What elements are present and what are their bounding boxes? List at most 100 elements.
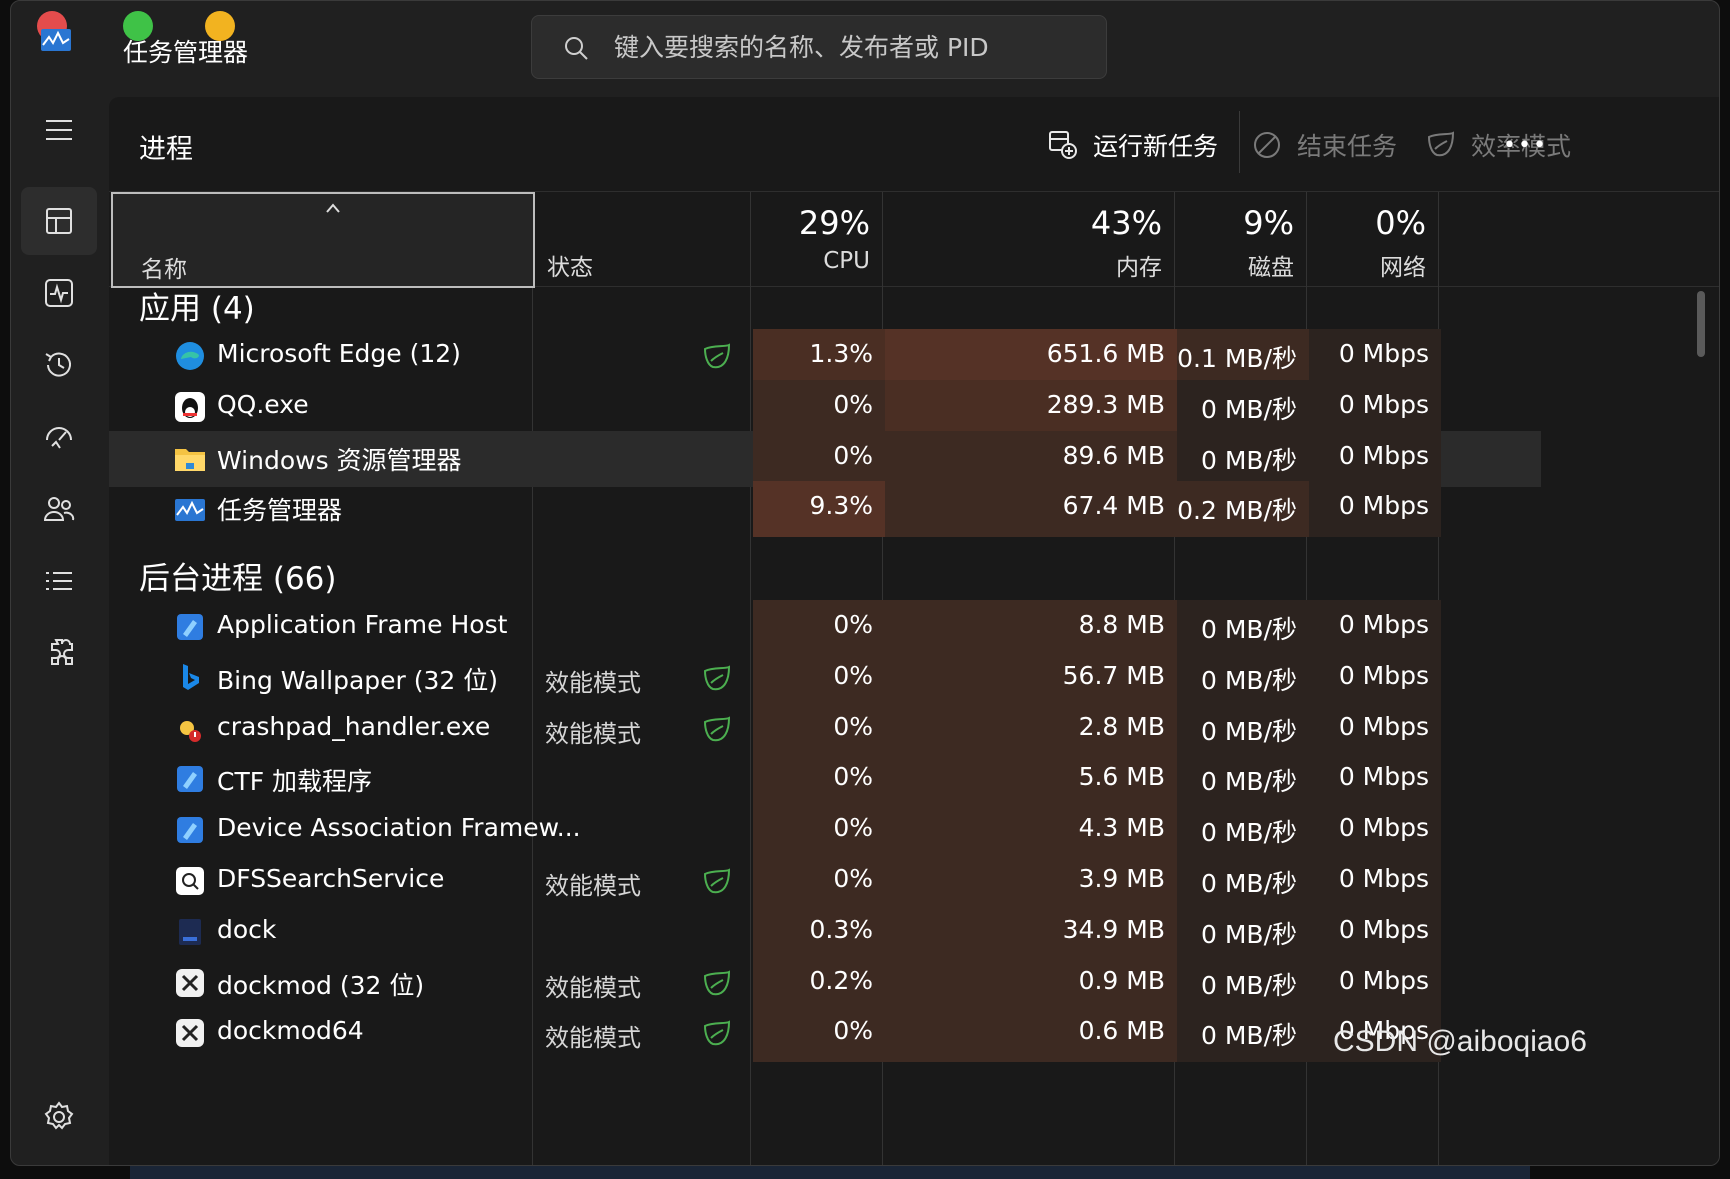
process-disk: 0 MB/秒	[1177, 701, 1309, 758]
network-total-percent: 0%	[1375, 204, 1426, 242]
end-task-button[interactable]: 结束任务	[1251, 123, 1397, 167]
process-disk: 0 MB/秒	[1177, 803, 1309, 860]
device-assoc-icon	[177, 817, 203, 844]
nav-menu-button[interactable]	[21, 96, 97, 164]
process-cpu: 0.2%	[753, 955, 885, 1012]
process-row[interactable]: crashpad_handler.exe 效能模式 0% 2.8 MB 0 MB/秒 0 …	[109, 701, 1541, 758]
bing-icon	[183, 663, 199, 690]
run-new-task-button[interactable]: 运行新任务	[1047, 123, 1218, 167]
nav-details[interactable]	[21, 547, 97, 615]
process-memory: 67.4 MB	[885, 481, 1177, 538]
process-cpu: 0%	[753, 701, 885, 758]
process-row[interactable]: 任务管理器 9.3% 67.4 MB 0.2 MB/秒 0 Mbps	[109, 481, 1541, 538]
process-disk: 0 MB/秒	[1177, 955, 1309, 1012]
settings-icon	[44, 1101, 74, 1130]
scrollbar-thumb[interactable]	[1697, 291, 1705, 357]
nav-services[interactable]	[21, 619, 97, 687]
process-cpu: 0.3%	[753, 904, 885, 961]
page-title: 进程	[139, 134, 193, 165]
column-header-row: 名称 状态 29% CPU 43% 内存 9% 磁盘 0% 网络	[109, 191, 1719, 288]
process-row[interactable]: Application Frame Host 0% 8.8 MB 0 MB/秒 0 Mb…	[109, 600, 1541, 656]
process-network: 0 Mbps	[1309, 904, 1441, 961]
process-name: 任务管理器	[217, 496, 343, 526]
efficiency-leaf-icon	[703, 665, 731, 690]
users-icon	[43, 497, 75, 521]
process-disk: 0 MB/秒	[1177, 430, 1309, 487]
network-column-header[interactable]: 0% 网络	[1307, 192, 1439, 288]
task-manager-app-icon	[41, 29, 71, 51]
nav-users[interactable]	[21, 475, 97, 543]
process-disk: 0 MB/秒	[1177, 752, 1309, 809]
memory-total-percent: 43%	[1090, 204, 1162, 242]
search-box[interactable]	[531, 15, 1107, 79]
qq-icon	[175, 391, 205, 422]
apps-group-header[interactable]: 应用 (4)	[139, 283, 255, 328]
process-disk: 0.1 MB/秒	[1177, 329, 1309, 385]
processes-page: 进程 运行新任务 结束任务 效率模式 ••• 名称 状态 29% CPU 43%…	[109, 97, 1719, 1165]
nav-app-history[interactable]	[21, 331, 97, 399]
nav-settings[interactable]	[21, 1083, 97, 1151]
process-row[interactable]: QQ.exe 0% 289.3 MB 0 MB/秒 0 Mbps	[109, 379, 1541, 436]
efficiency-leaf-icon	[703, 1020, 731, 1046]
process-network: 0 Mbps	[1309, 329, 1441, 385]
task-manager-icon	[175, 499, 205, 522]
process-row[interactable]: dock 0.3% 34.9 MB 0 MB/秒 0 Mbps	[109, 904, 1541, 961]
process-cpu: 0%	[753, 600, 885, 656]
process-name: dockmod (32 位)	[217, 970, 425, 1000]
process-row[interactable]: Device Association Framew... 0% 4.3 MB 0 MB…	[109, 803, 1541, 860]
process-network: 0 Mbps	[1309, 854, 1441, 910]
process-network: 0 Mbps	[1309, 481, 1441, 538]
process-name: Windows 资源管理器	[217, 445, 462, 475]
search-icon	[565, 37, 588, 60]
process-disk: 0 MB/秒	[1177, 379, 1309, 436]
edge-icon	[176, 342, 204, 370]
memory-column-header[interactable]: 43% 内存	[883, 192, 1175, 288]
process-row[interactable]: Windows 资源管理器 0% 89.6 MB 0 MB/秒 0 Mbps	[109, 430, 1541, 487]
menu-icon	[46, 120, 72, 140]
process-status: 效能模式	[545, 973, 641, 1002]
process-disk: 0 MB/秒	[1177, 650, 1309, 707]
process-disk: 0 MB/秒	[1177, 854, 1309, 910]
process-name: Device Association Framew...	[217, 813, 581, 843]
efficiency-mode-button[interactable]: 效率模式	[1425, 123, 1571, 167]
app-frame-icon	[177, 614, 203, 640]
nav-startup-apps[interactable]	[21, 403, 97, 471]
cpu-column-header[interactable]: 29% CPU	[751, 192, 883, 288]
search-input[interactable]	[614, 16, 1094, 78]
process-row[interactable]: DFSSearchService 效能模式 0% 3.9 MB 0 MB/秒 0 Mbps	[109, 854, 1541, 910]
disk-total-percent: 9%	[1243, 204, 1294, 242]
background-group-header[interactable]: 后台进程 (66)	[139, 553, 337, 598]
app-history-icon	[45, 352, 71, 377]
process-name: crashpad_handler.exe	[217, 711, 491, 741]
end-task-label: 结束任务	[1297, 132, 1398, 161]
status-column-header[interactable]: 状态	[533, 192, 751, 288]
more-options-button[interactable]: •••	[1503, 123, 1548, 167]
process-status: 效能模式	[545, 1024, 641, 1053]
ctf-icon	[177, 766, 203, 793]
disk-column-header[interactable]: 9% 磁盘	[1175, 192, 1307, 288]
process-cpu: 0%	[753, 379, 885, 436]
name-column-header[interactable]: 名称	[111, 192, 535, 288]
process-cpu: 9.3%	[753, 481, 885, 538]
dock-icon	[179, 918, 201, 945]
process-row[interactable]: dockmod (32 位) 效能模式 0.2% 0.9 MB 0 MB/秒 0 Mbps	[109, 955, 1541, 1012]
nav-performance[interactable]	[21, 259, 97, 327]
process-memory: 3.9 MB	[885, 854, 1177, 910]
process-memory: 4.3 MB	[885, 803, 1177, 860]
process-name: Microsoft Edge (12)	[217, 339, 461, 368]
status-column-label: 状态	[547, 255, 593, 281]
performance-icon	[45, 279, 73, 307]
process-name: QQ.exe	[217, 389, 309, 419]
folder-icon	[175, 448, 205, 471]
network-column-label: 网络	[1380, 255, 1426, 281]
dockmod-icon	[176, 968, 204, 997]
crashpad-icon	[180, 720, 201, 742]
process-row[interactable]: dockmod64 效能模式 0% 0.6 MB 0 MB/秒 0 Mbps	[109, 1006, 1541, 1063]
process-row[interactable]: Bing Wallpaper (32 位) 效能模式 0% 56.7 MB 0 MB/秒…	[109, 650, 1541, 707]
process-memory: 0.6 MB	[885, 1006, 1177, 1063]
disk-column-label: 磁盘	[1248, 255, 1294, 281]
process-row[interactable]: Microsoft Edge (12) 1.3% 651.6 MB 0.1 MB/秒 0…	[109, 329, 1541, 385]
process-row[interactable]: CTF 加载程序 0% 5.6 MB 0 MB/秒 0 Mbps	[109, 752, 1541, 809]
nav-processes[interactable]	[21, 187, 97, 255]
process-cpu: 1.3%	[753, 329, 885, 385]
